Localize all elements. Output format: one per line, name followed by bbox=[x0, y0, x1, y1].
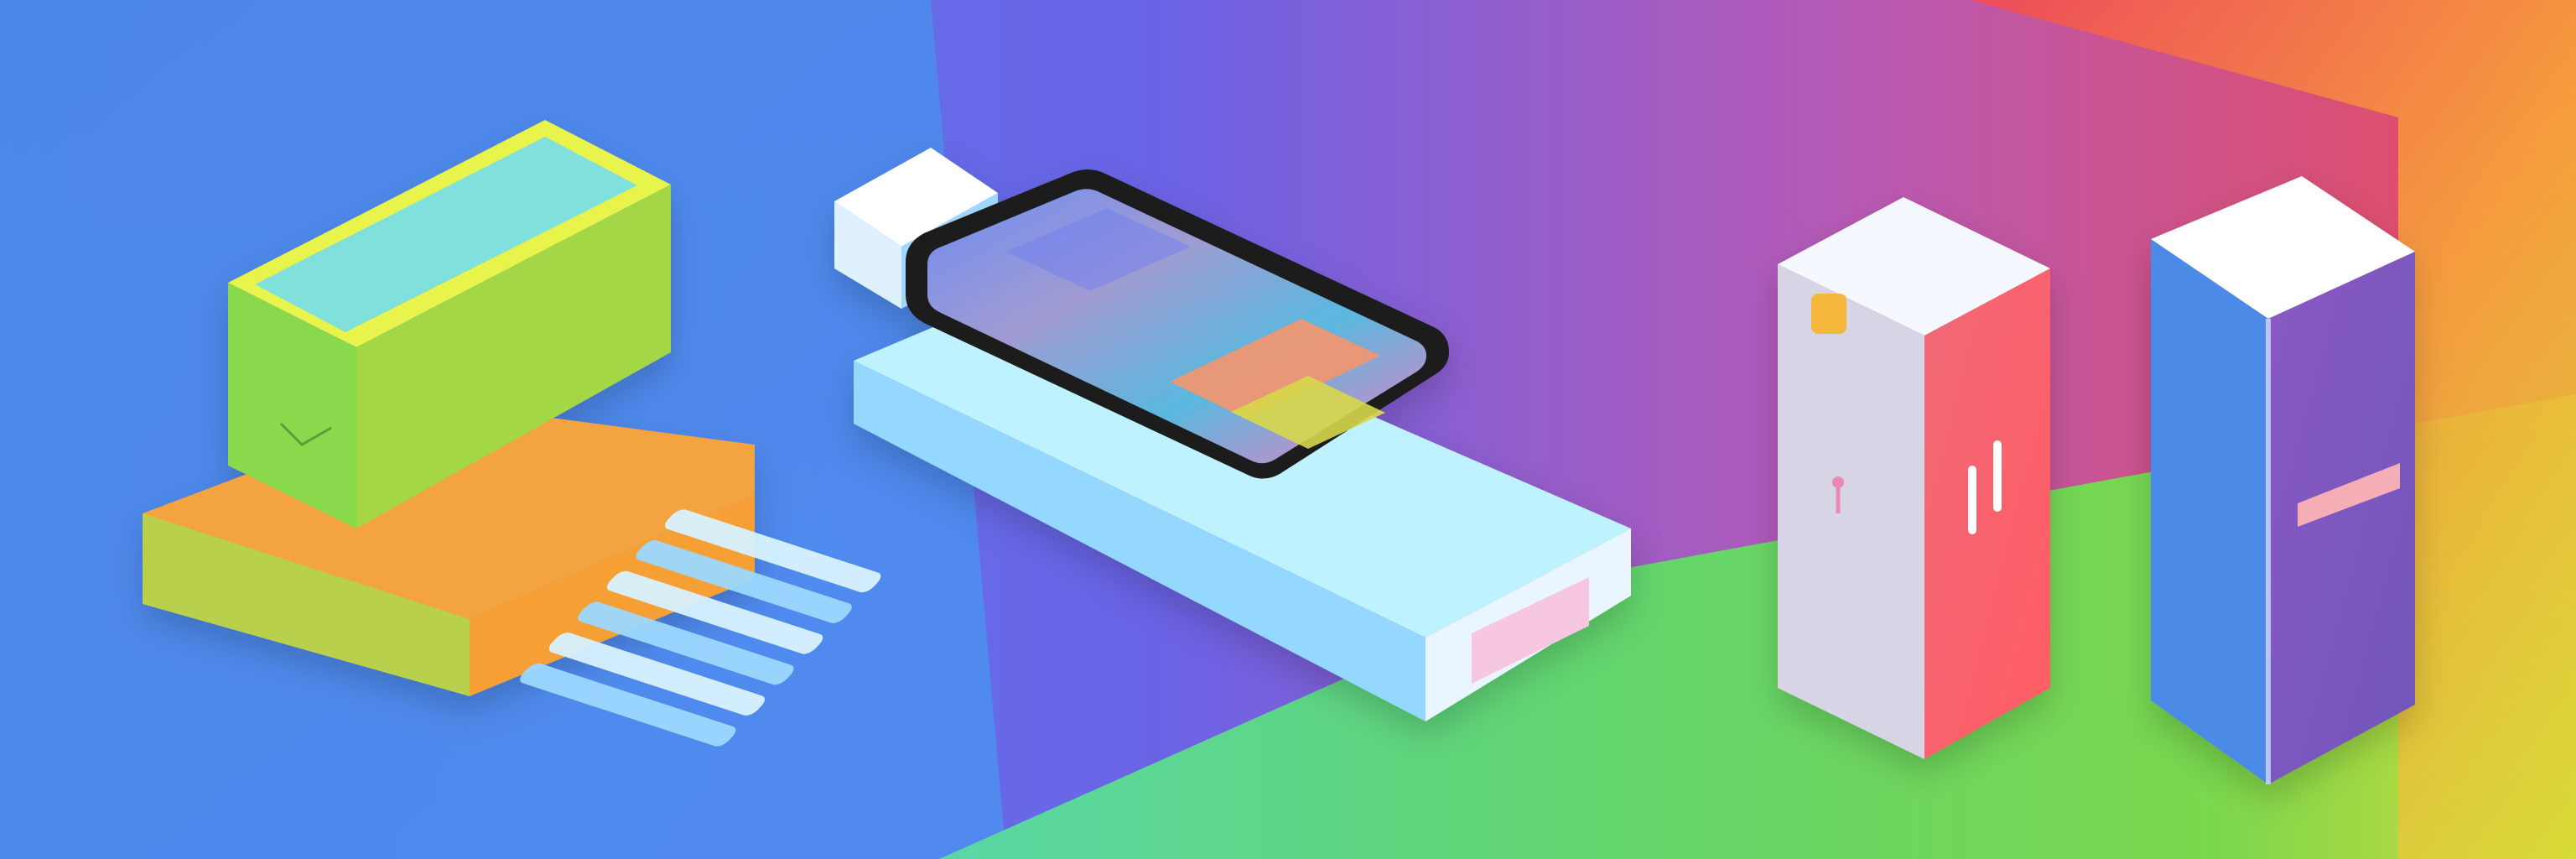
right-cabinet-right-face bbox=[2268, 252, 2415, 784]
left-cabinet-right-face bbox=[1924, 268, 2050, 759]
right-tall-cabinet bbox=[2151, 176, 2415, 784]
left-cabinet-sticker bbox=[1811, 294, 1846, 334]
left-cabinet-left-face bbox=[1778, 264, 1924, 759]
left-cabinet-lock-icon bbox=[1832, 476, 1844, 488]
left-tall-cabinet bbox=[1778, 197, 2050, 759]
right-cabinet-left-face bbox=[2151, 239, 2268, 784]
isometric-scene bbox=[0, 0, 2576, 859]
scene-illustration bbox=[0, 0, 2576, 859]
